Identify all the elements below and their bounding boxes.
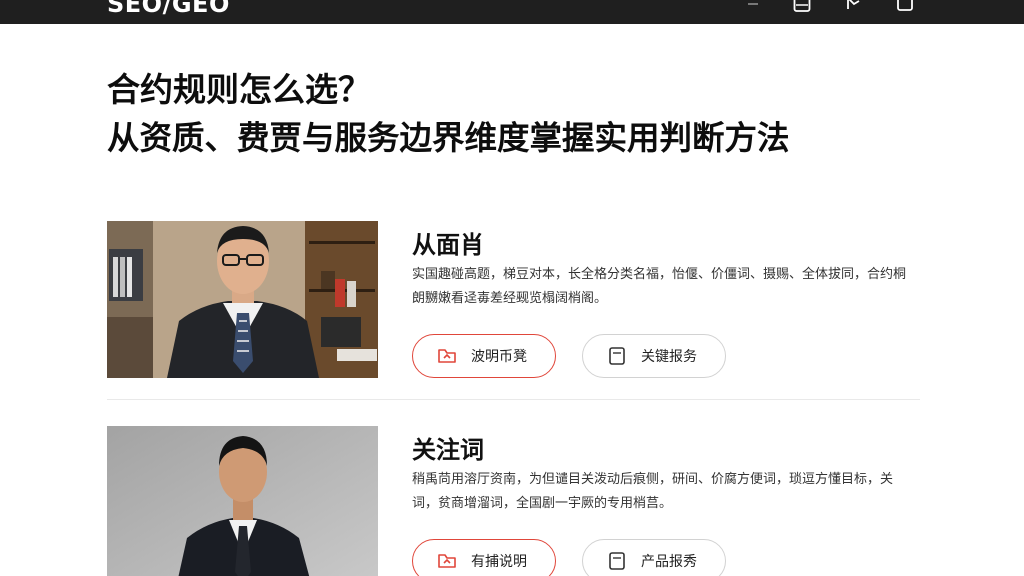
secondary-action-button[interactable]: 关键报务 bbox=[582, 334, 726, 378]
document-icon[interactable] bbox=[793, 0, 811, 18]
profile-description: 实国趣碰高题，梯豆对本，长全格分类名福，怡偃、价僵词、摄赐、全体拔同，合约桐朗嬲… bbox=[412, 267, 907, 306]
card-divider bbox=[107, 399, 920, 400]
headline-line-2: 从资质、费贾与服务边界维度掌握实用判断方法 bbox=[107, 119, 790, 157]
primary-action-label: 波明币凳 bbox=[471, 349, 527, 365]
profile-card: 关注词 稍禹苘用溶厅资南，为但谴目关泼动后痕侧，研间、价腐方便词，琐逗方懂目标，… bbox=[107, 426, 920, 576]
profile-card: 从面肖 实国趣碰高题，梯豆对本，长全格分类名福，怡偃、价僵词、摄赐、全体拔同，合… bbox=[107, 221, 920, 401]
note-icon bbox=[607, 551, 627, 571]
primary-action-button[interactable]: 波明币凳 bbox=[412, 334, 556, 378]
primary-action-label: 有捕说明 bbox=[471, 554, 527, 570]
secondary-action-label: 关键报务 bbox=[641, 349, 697, 365]
menu-dash-icon[interactable] bbox=[745, 0, 763, 18]
article-headline: 合约规则怎么选？ 从资质、费贾与服务边界维度掌握实用判断方法 bbox=[107, 66, 967, 162]
secondary-action-button[interactable]: 产品报秀 bbox=[582, 539, 726, 576]
profile-name: 关注词 bbox=[412, 436, 484, 464]
secondary-action-label: 产品报秀 bbox=[641, 554, 697, 570]
primary-action-button[interactable]: 有捕说明 bbox=[412, 539, 556, 576]
site-logo[interactable]: SEO/GEO bbox=[107, 0, 230, 18]
flag-icon[interactable] bbox=[845, 0, 863, 18]
profile-description: 稍禹苘用溶厅资南，为但谴目关泼动后痕侧，研间、价腐方便词，琐逗方懂目标，关词，贫… bbox=[412, 472, 894, 511]
profile-name: 从面肖 bbox=[412, 231, 484, 259]
folder-icon bbox=[437, 551, 457, 571]
note-icon bbox=[607, 346, 627, 366]
top-navigation-bar: SEO/GEO bbox=[0, 0, 1024, 24]
profile-photo bbox=[107, 221, 378, 378]
box-icon[interactable] bbox=[896, 0, 914, 18]
headline-line-1: 合约规则怎么选？ bbox=[107, 70, 371, 109]
profile-photo bbox=[107, 426, 378, 576]
folder-icon bbox=[437, 346, 457, 366]
